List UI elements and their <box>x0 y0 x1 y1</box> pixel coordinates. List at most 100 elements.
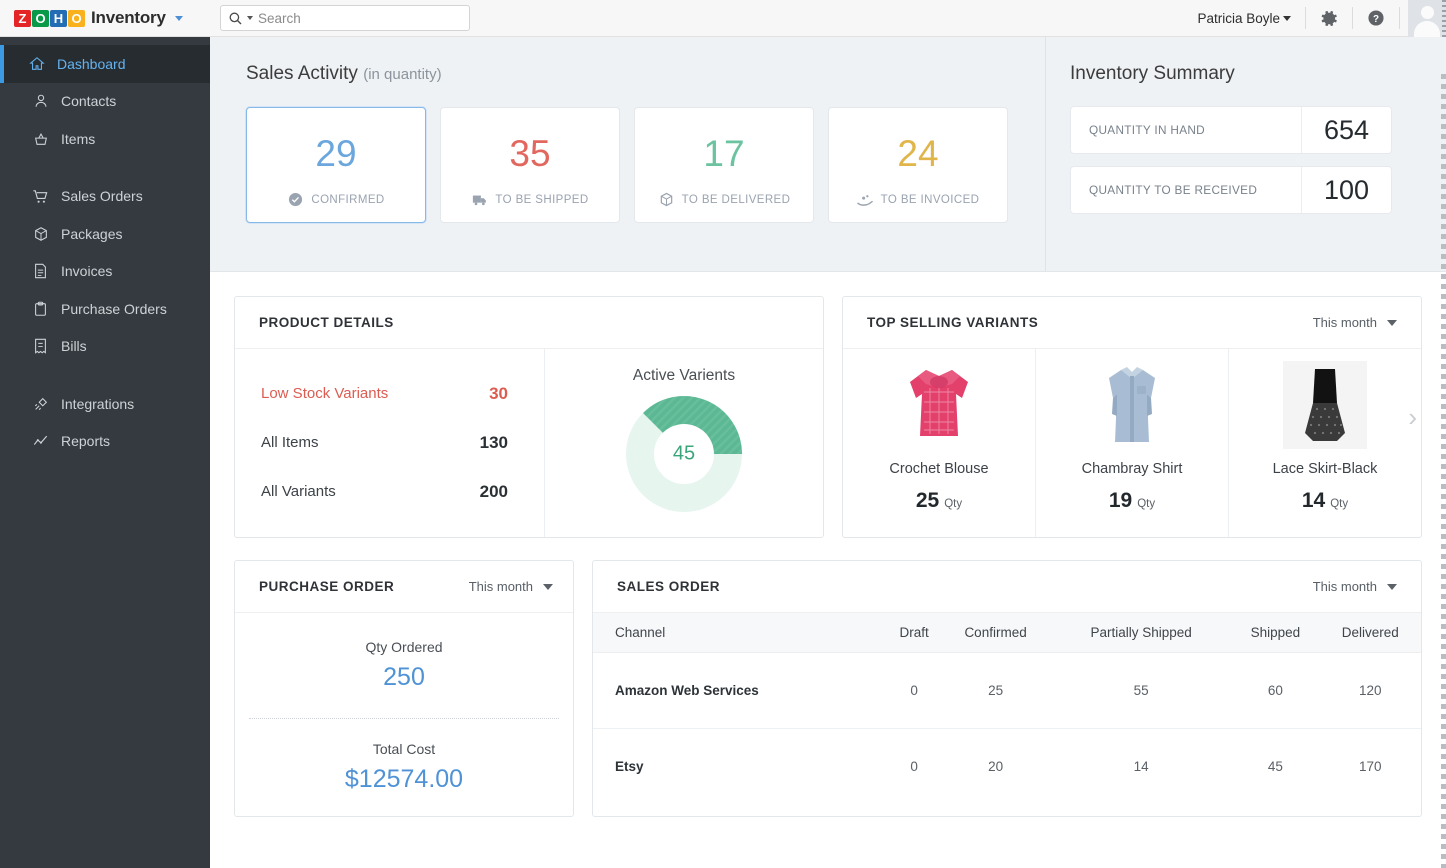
purchase-order-panel: PURCHASE ORDER This month Qty Ordered 25… <box>234 560 574 817</box>
purchase-order-period-selector[interactable]: This month <box>469 579 553 594</box>
table-row[interactable]: Amazon Web Services 0 25 55 60 120 <box>593 652 1421 729</box>
product-line-value: 30 <box>489 383 508 403</box>
sidebar-item-label: Sales Orders <box>61 188 143 205</box>
sidebar-item-contacts[interactable]: Contacts <box>0 83 210 121</box>
logo-letter-o1: O <box>32 9 49 27</box>
lace-skirt-black-icon <box>1305 369 1345 441</box>
zoho-logo: Z O H O <box>14 9 85 27</box>
sidebar-item-items[interactable]: Items <box>0 120 210 158</box>
basket-icon <box>32 131 49 147</box>
active-variants-chart-area: Active Varients 45 <box>545 349 823 537</box>
active-variants-title: Active Varients <box>632 367 736 384</box>
cell-draft: 0 <box>888 652 941 729</box>
sidebar-item-integrations[interactable]: Integrations <box>0 385 210 423</box>
table-header: Channel Draft Confirmed Partially Shippe… <box>593 613 1421 653</box>
edge-dots-top <box>1442 0 1446 37</box>
product-line-label: All Items <box>261 434 319 451</box>
activity-footer: TO BE DELIVERED <box>658 191 791 208</box>
sidebar-item-dashboard[interactable]: Dashboard <box>0 45 210 83</box>
inventory-row-value: 100 <box>1301 167 1391 213</box>
product-qty: 25 Qty <box>916 489 962 513</box>
product-line-all-variants[interactable]: All Variants 200 <box>261 467 508 516</box>
sidebar-item-invoices[interactable]: Invoices <box>0 253 210 291</box>
sales-activity-panel: Sales Activity (in quantity) 29 CONFIRME… <box>210 37 1046 271</box>
chevron-down-icon <box>1387 583 1397 590</box>
divider <box>249 718 559 719</box>
purchase-order-header: PURCHASE ORDER This month <box>235 561 573 613</box>
cell-delivered: 120 <box>1319 652 1421 729</box>
help-icon: ? <box>1368 10 1384 26</box>
purchase-order-title: PURCHASE ORDER <box>259 579 395 594</box>
sidebar-item-label: Dashboard <box>57 55 126 72</box>
cell-shipped: 60 <box>1231 652 1320 729</box>
sales-activity-title: Sales Activity (in quantity) <box>246 63 1045 85</box>
sidebar-item-label: Packages <box>61 225 123 242</box>
sidebar-item-bills[interactable]: Bills <box>0 328 210 366</box>
product-qty-label: Qty <box>944 498 963 510</box>
table-row[interactable]: Etsy 0 20 14 45 170 <box>593 729 1421 805</box>
column-header-draft: Draft <box>888 613 941 653</box>
activity-card-to-be-shipped[interactable]: 35 TO BE SHIPPED <box>440 107 620 223</box>
product-line-all-items[interactable]: All Items 130 <box>261 418 508 467</box>
gear-icon <box>1321 10 1337 26</box>
app-root: Z O H O Inventory Patricia Boyle <box>0 0 1446 868</box>
sidebar-item-reports[interactable]: Reports <box>0 423 210 461</box>
activity-card-to-be-invoiced[interactable]: 24 TO BE INVOICED <box>828 107 1008 223</box>
product-qty-value: 14 <box>1301 489 1326 512</box>
top-selling-item-crochet-blouse[interactable]: Crochet Blouse 25 Qty <box>843 349 1036 537</box>
search-input[interactable] <box>258 10 461 26</box>
qty-ordered-label: Qty Ordered <box>365 639 443 655</box>
activity-value: 17 <box>703 132 745 174</box>
product-line-low-stock-variants[interactable]: Low Stock Variants 30 <box>261 369 508 418</box>
cell-delivered: 170 <box>1358 759 1382 774</box>
product-line-label: Low Stock Variants <box>261 385 389 402</box>
sidebar-item-purchase-orders[interactable]: Purchase Orders <box>0 290 210 328</box>
settings-button[interactable] <box>1306 0 1352 37</box>
product-details-header: PRODUCT DETAILS <box>235 297 823 349</box>
cell-partially-shipped: 55 <box>1051 652 1232 729</box>
cell-draft: 0 <box>910 759 918 774</box>
home-icon <box>28 56 45 72</box>
sales-order-period-selector[interactable]: This month <box>1313 579 1397 594</box>
top-selling-item-chambray-shirt[interactable]: Chambray Shirt 19 Qty <box>1036 349 1229 537</box>
sidebar-item-sales-orders[interactable]: Sales Orders <box>0 178 210 216</box>
cart-icon <box>32 188 49 205</box>
brand-block[interactable]: Z O H O Inventory <box>0 0 210 37</box>
activity-card-to-be-delivered[interactable]: 17 TO BE DELIVERED <box>634 107 814 223</box>
activity-label: TO BE SHIPPED <box>495 193 589 206</box>
product-name: Lace Skirt-Black <box>1272 461 1378 477</box>
column-header-channel: Channel <box>593 613 889 653</box>
help-button[interactable]: ? <box>1353 0 1399 37</box>
period-label: This month <box>1312 315 1377 330</box>
product-qty-label: Qty <box>1330 498 1349 510</box>
plug-icon <box>32 396 49 412</box>
svg-text:?: ? <box>1373 14 1379 25</box>
dashboard-content: PRODUCT DETAILS Low Stock Variants 30 Al… <box>210 272 1446 817</box>
sidebar-item-label: Contacts <box>61 93 117 110</box>
column-header-partially-shipped: Partially Shipped <box>1051 613 1232 653</box>
user-avatar-icon <box>1408 0 1446 37</box>
period-label: This month <box>1312 579 1377 594</box>
app-switcher-caret-icon[interactable] <box>174 15 183 21</box>
top-selling-period-selector[interactable]: This month <box>1313 315 1397 330</box>
avatar[interactable] <box>1408 0 1446 37</box>
app-name: Inventory <box>91 8 166 27</box>
top-bar-right: Patricia Boyle ? <box>1183 0 1446 37</box>
top-selling-item-lace-skirt-black[interactable]: Lace Skirt-Black 14 Qty <box>1229 349 1421 537</box>
search-scope-caret-icon[interactable] <box>247 16 253 20</box>
user-menu[interactable]: Patricia Boyle <box>1183 11 1305 26</box>
dashboard-row-1: PRODUCT DETAILS Low Stock Variants 30 Al… <box>234 296 1422 538</box>
search-box[interactable] <box>220 5 470 31</box>
activity-card-confirmed[interactable]: 29 CONFIRMED <box>246 107 426 223</box>
activity-value: 29 <box>315 132 357 174</box>
sidebar: Dashboard Contacts Items Sales Orders Pa… <box>0 37 210 868</box>
summary-section: Sales Activity (in quantity) 29 CONFIRME… <box>210 37 1446 272</box>
cell-shipped: 45 <box>1267 759 1283 774</box>
truck-icon <box>471 191 488 208</box>
sales-order-panel: SALES ORDER This month Channel Draft Con… <box>592 560 1422 817</box>
chevron-right-icon[interactable]: › <box>1408 404 1417 430</box>
user-menu-caret-icon <box>1283 15 1291 21</box>
sidebar-item-packages[interactable]: Packages <box>0 215 210 253</box>
logo-letter-h: H <box>50 9 67 27</box>
